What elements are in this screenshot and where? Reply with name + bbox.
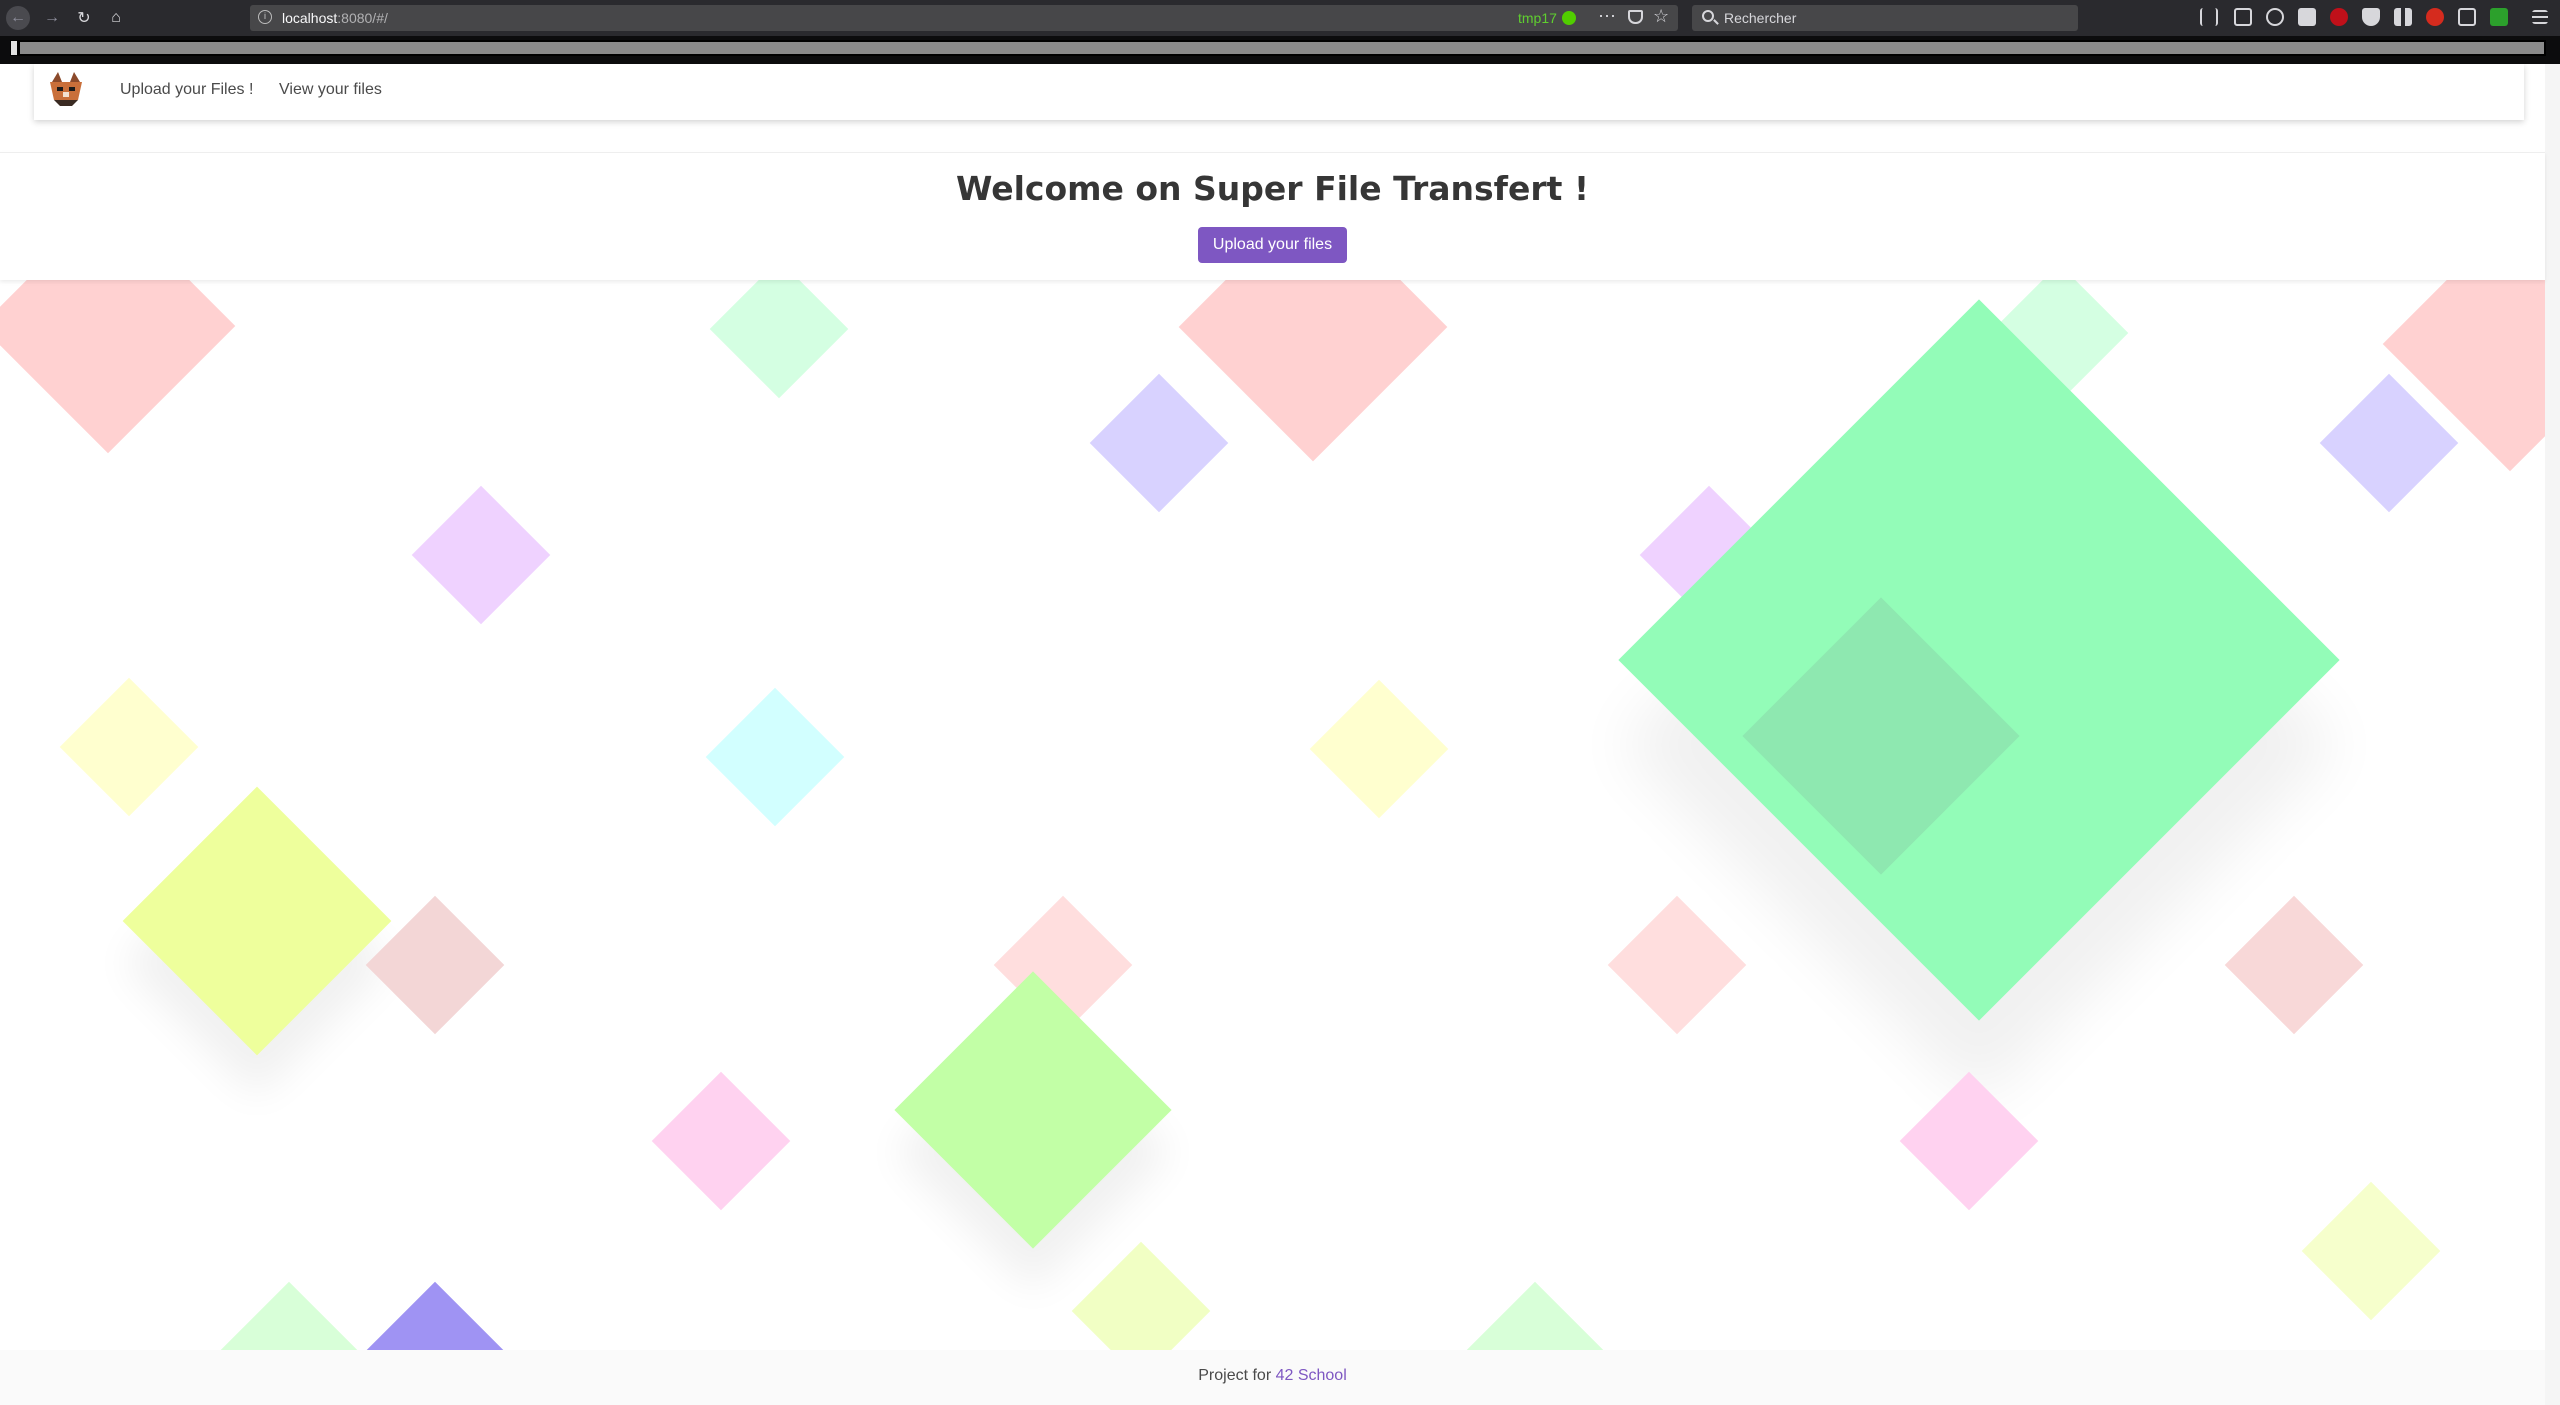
bg-diamond: [122, 786, 392, 1056]
hero-section: Welcome on Super File Transfert ! Upload…: [0, 152, 2545, 280]
pocket-icon[interactable]: [1628, 10, 1643, 24]
upload-files-button[interactable]: Upload your files: [1198, 227, 1347, 263]
url-bar[interactable]: i localhost:8080/#/ tmp17 ⋯ ☆: [250, 5, 1678, 31]
extension-red-icon[interactable]: [2426, 8, 2444, 26]
home-icon: ⌂: [111, 9, 121, 26]
account-icon[interactable]: [2266, 8, 2284, 26]
page-viewport: Upload your Files ! View your files Welc…: [0, 64, 2560, 1405]
url-host: localhost: [282, 10, 338, 26]
ublock-icon[interactable]: [2330, 8, 2348, 26]
home-button[interactable]: ⌂: [104, 6, 128, 30]
search-input[interactable]: Rechercher: [1692, 5, 2078, 31]
page-footer: Project for 42 School: [0, 1350, 2545, 1405]
bg-diamond: [1309, 679, 1449, 819]
nav-link-view[interactable]: View your files: [279, 81, 382, 99]
page-title: Welcome on Super File Transfert !: [955, 169, 1589, 208]
reload-button[interactable]: ↻: [72, 6, 96, 30]
bg-diamond: [705, 687, 845, 827]
arrow-right-icon: →: [44, 9, 60, 26]
bg-diamond: [1607, 895, 1747, 1035]
extension-cloud-icon[interactable]: [2298, 8, 2316, 26]
more-dots-icon[interactable]: ⋯: [1598, 6, 1617, 27]
arrow-left-icon: ←: [10, 9, 26, 26]
bg-diamond: [1899, 1071, 2039, 1211]
forward-button[interactable]: →: [40, 6, 64, 30]
grid-icon[interactable]: [2394, 8, 2412, 26]
scrollbar[interactable]: [2545, 64, 2560, 1405]
library-icon[interactable]: [2200, 8, 2218, 26]
top-navbar: Upload your Files ! View your files: [34, 64, 2524, 120]
fox-logo-icon[interactable]: [48, 70, 84, 108]
bg-diamond: [2301, 1181, 2441, 1321]
star-icon[interactable]: ☆: [1653, 6, 1669, 27]
bg-diamond: [1618, 299, 2340, 1021]
search-icon: [1702, 10, 1714, 22]
bg-diamond: [651, 1071, 791, 1211]
bookmarks-toolbar: [0, 36, 2560, 64]
bookmark-icon[interactable]: [10, 40, 18, 56]
sidebar-icon[interactable]: [2234, 8, 2252, 26]
back-button[interactable]: ←: [6, 6, 30, 30]
footer-link-42-school[interactable]: 42 School: [1276, 1367, 1347, 1384]
bookmarks-bar: [18, 40, 2546, 56]
reload-icon: ↻: [77, 10, 91, 27]
footer-text: Project for: [1198, 1367, 1276, 1384]
url-text[interactable]: localhost:8080/#/: [282, 10, 388, 26]
extension-green-icon[interactable]: [2490, 8, 2508, 26]
shield-icon[interactable]: [2362, 8, 2380, 26]
browser-toolbar: ← → ↻ ⌂ i localhost:8080/#/ tmp17 ⋯ ☆ Re…: [0, 0, 2560, 36]
bg-diamond: [411, 485, 551, 625]
nav-link-upload[interactable]: Upload your Files !: [120, 81, 253, 99]
container-label[interactable]: tmp17: [1518, 10, 1557, 26]
bg-diamond: [709, 259, 849, 399]
search-placeholder: Rechercher: [1724, 10, 1797, 26]
container-dot-icon: [1562, 11, 1576, 25]
bg-diamond: [2224, 895, 2364, 1035]
bg-diamond: [894, 971, 1172, 1249]
notes-icon[interactable]: [2458, 8, 2476, 26]
url-path: :8080/#/: [337, 10, 388, 26]
bg-diamond: [59, 677, 199, 817]
bg-diamond: [1089, 373, 1229, 513]
hamburger-menu-icon[interactable]: [2532, 10, 2548, 24]
info-icon[interactable]: i: [258, 10, 272, 24]
